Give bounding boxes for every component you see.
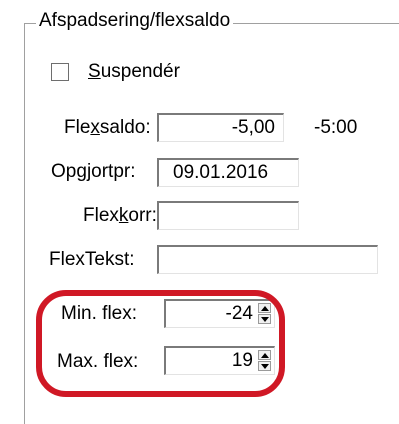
flexkorr-field[interactable]	[157, 201, 299, 230]
opgjortpr-field[interactable]: 09.01.2016	[157, 158, 299, 187]
flexsaldo-label: Flexsaldo:	[64, 117, 151, 138]
flexsaldo-field[interactable]: -5,00	[157, 113, 284, 142]
flexkorr-label: Flexkorr:	[83, 205, 157, 226]
groupbox-title: Afspadsering/flexsaldo	[36, 10, 234, 32]
opgjortpr-label: Opgjortpr:	[51, 161, 136, 182]
highlight-annotation	[36, 290, 285, 397]
flextekst-label: FlexTekst:	[49, 249, 135, 270]
flexsaldo-hours: -5:00	[314, 117, 358, 138]
suspender-label[interactable]: Suspendér	[88, 60, 180, 84]
flextekst-field[interactable]	[157, 245, 378, 274]
suspender-checkbox[interactable]	[51, 63, 69, 81]
